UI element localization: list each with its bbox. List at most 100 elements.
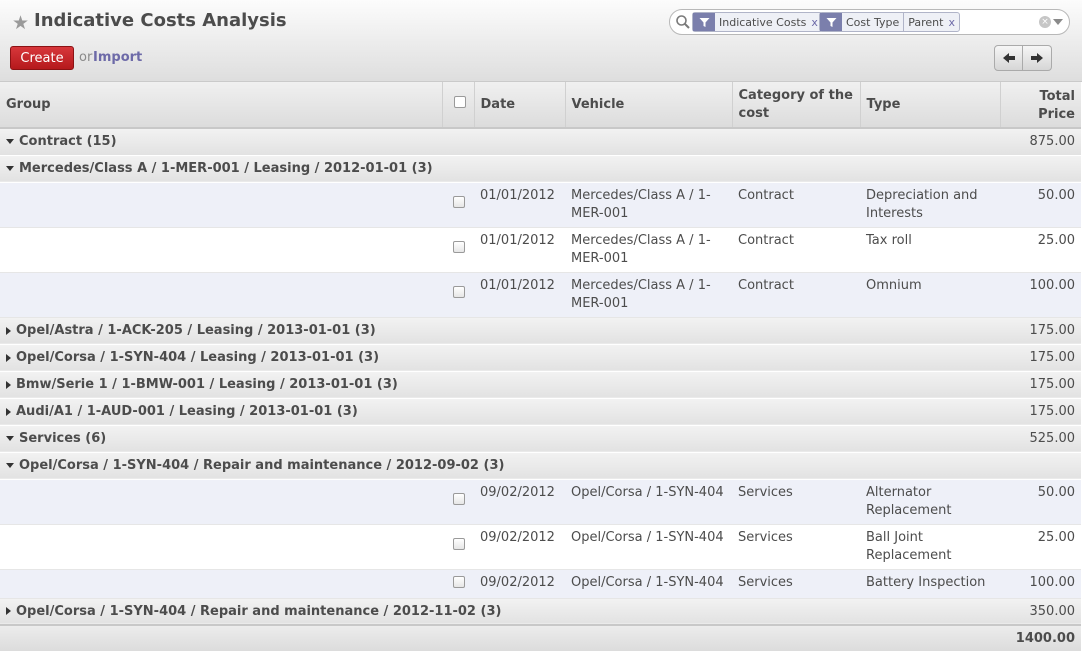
table-row[interactable]: 01/01/2012 Mercedes/Class A / 1-MER-001 … [0,227,1081,273]
total-price-cell: 100.00 [1000,569,1081,599]
group-label: Opel/Corsa / 1-SYN-404 / Repair and main… [0,452,1000,480]
import-link[interactable]: Import [93,50,142,65]
group-label-text: Opel/Corsa / 1-SYN-404 / Repair and main… [19,458,505,473]
date-cell: 01/01/2012 [474,272,565,318]
group-row[interactable]: Opel/Corsa / 1-SYN-404 / Repair and main… [0,452,1081,480]
group-total: 175.00 [1000,317,1081,345]
group-label-text: Opel/Astra / 1-ACK-205 / Leasing / 2013-… [16,323,376,338]
caret-down-icon [6,463,14,468]
facet-value: Parent [903,13,947,31]
search-icon[interactable] [674,13,692,31]
grand-total: 1400.00 [1000,624,1081,651]
table-row[interactable]: 09/02/2012 Opel/Corsa / 1-SYN-404 Servic… [0,524,1081,570]
group-label: Audi/A1 / 1-AUD-001 / Leasing / 2013-01-… [0,398,1000,426]
remove-facet-icon[interactable]: x [947,13,959,31]
row-checkbox[interactable] [453,195,465,208]
column-header-select [442,82,475,129]
type-cell: Omnium [860,272,1000,318]
select-all-checkbox[interactable] [453,95,466,108]
caret-right-icon [6,407,11,416]
vehicle-cell: Opel/Corsa / 1-SYN-404 [565,569,732,599]
select-cell [442,182,474,228]
create-button[interactable]: Create [10,46,74,70]
group-total: 175.00 [1000,371,1081,399]
table-header-row: Group Date Vehicle Category of the cost … [0,82,1081,129]
group-cell [0,272,442,318]
group-total: 350.00 [1000,598,1081,626]
previous-button[interactable] [994,45,1023,71]
group-label: Opel/Corsa / 1-SYN-404 / Leasing / 2013-… [0,344,1000,372]
total-price-cell: 25.00 [1000,227,1081,273]
search-bar[interactable]: Indicative Costs x Cost Type Parent x × [669,9,1070,35]
table-row[interactable]: 09/02/2012 Opel/Corsa / 1-SYN-404 Servic… [0,479,1081,525]
column-header-vehicle[interactable]: Vehicle [565,82,733,129]
type-cell: Tax roll [860,227,1000,273]
row-checkbox[interactable] [453,537,465,550]
caret-down-icon [6,139,14,145]
group-row[interactable]: Bmw/Serie 1 / 1-BMW-001 / Leasing / 2013… [0,371,1081,399]
facet-indicative-costs[interactable]: Indicative Costs x [692,12,823,32]
caret-right-icon [6,353,11,362]
category-cell: Contract [732,272,860,318]
star-icon[interactable]: ★ [12,12,29,34]
group-label: Services (6) [0,425,1000,453]
group-label: Opel/Corsa / 1-SYN-404 / Repair and main… [0,598,1000,626]
table-row[interactable]: 09/02/2012 Opel/Corsa / 1-SYN-404 Servic… [0,569,1081,599]
clear-icon[interactable]: × [1039,16,1051,28]
group-cell [0,569,442,599]
vehicle-cell: Mercedes/Class A / 1-MER-001 [565,227,732,273]
group-total: 175.00 [1000,398,1081,426]
row-checkbox[interactable] [453,285,465,298]
date-cell: 01/01/2012 [474,182,565,228]
category-cell: Contract [732,227,860,273]
group-total: 525.00 [1000,425,1081,453]
group-row[interactable]: Mercedes/Class A / 1-MER-001 / Leasing /… [0,155,1081,183]
total-spacer [0,624,1000,651]
category-cell: Services [732,524,860,570]
control-panel: ★ Indicative Costs Analysis Create or Im… [0,0,1082,82]
column-header-date[interactable]: Date [474,82,566,129]
group-label-text: Mercedes/Class A / 1-MER-001 / Leasing /… [19,161,433,176]
arrow-left-icon [1002,53,1015,63]
group-row[interactable]: Opel/Corsa / 1-SYN-404 / Repair and main… [0,598,1081,626]
group-cell [0,479,442,525]
type-cell: Depreciation and Interests [860,182,1000,228]
cost-list-table: Group Date Vehicle Category of the cost … [0,82,1081,651]
pager [994,45,1052,71]
facet-value: Indicative Costs [719,15,807,29]
group-total [1000,155,1081,183]
row-checkbox[interactable] [453,240,465,253]
group-row[interactable]: Contract (15) 875.00 [0,128,1081,156]
group-label-text: Bmw/Serie 1 / 1-BMW-001 / Leasing / 2013… [16,377,398,392]
date-cell: 09/02/2012 [474,569,565,599]
group-row[interactable]: Audi/A1 / 1-AUD-001 / Leasing / 2013-01-… [0,398,1081,426]
chevron-down-icon[interactable] [1053,19,1063,25]
next-button[interactable] [1023,45,1052,71]
date-cell: 09/02/2012 [474,479,565,525]
group-row[interactable]: Opel/Astra / 1-ACK-205 / Leasing / 2013-… [0,317,1081,345]
group-row[interactable]: Opel/Corsa / 1-SYN-404 / Leasing / 2013-… [0,344,1081,372]
caret-right-icon [6,326,11,335]
facet-cost-type[interactable]: Cost Type Parent x [819,12,960,32]
group-total: 175.00 [1000,344,1081,372]
column-header-group[interactable]: Group [0,82,443,129]
group-row[interactable]: Services (6) 525.00 [0,425,1081,453]
column-header-category[interactable]: Category of the cost [732,82,861,129]
row-checkbox[interactable] [453,575,465,588]
group-label: Opel/Astra / 1-ACK-205 / Leasing / 2013-… [0,317,1000,345]
group-label: Mercedes/Class A / 1-MER-001 / Leasing /… [0,155,1000,183]
caret-right-icon [6,607,11,616]
group-label-text: Opel/Corsa / 1-SYN-404 / Repair and main… [16,603,502,619]
column-header-type[interactable]: Type [860,82,1001,129]
column-header-total-price[interactable]: Total Price [1000,82,1081,129]
row-checkbox[interactable] [453,492,465,505]
table-row[interactable]: 01/01/2012 Mercedes/Class A / 1-MER-001 … [0,272,1081,318]
type-cell: Alternator Replacement [860,479,1000,525]
select-cell [442,479,474,525]
filter-icon [693,13,715,31]
select-cell [442,227,474,273]
table-row[interactable]: 01/01/2012 Mercedes/Class A / 1-MER-001 … [0,182,1081,228]
page-title: Indicative Costs Analysis [34,10,287,31]
group-cell [0,524,442,570]
type-cell: Ball Joint Replacement [860,524,1000,570]
